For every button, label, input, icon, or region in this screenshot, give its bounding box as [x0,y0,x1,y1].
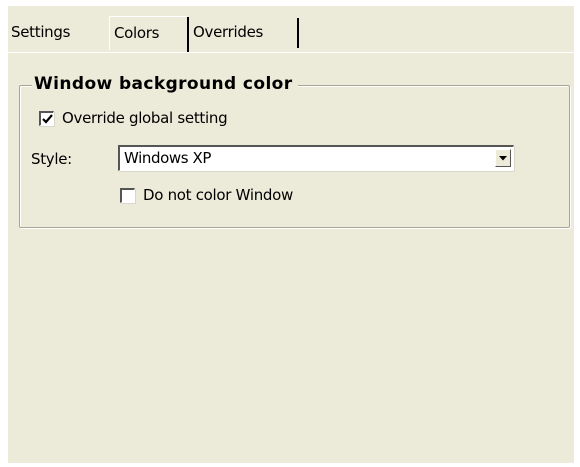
dropdown-button[interactable] [495,149,511,167]
do-not-color-window-checkbox[interactable]: Do not color Window [120,186,293,204]
no-color-checkbox-box[interactable] [120,187,135,203]
check-icon [42,113,53,124]
dialog-window: Settings Colors Overrides Window backgro… [8,6,574,463]
style-dropdown-value: Windows XP [124,149,212,167]
tab-colors[interactable]: Colors [109,16,189,52]
no-color-checkbox-label: Do not color Window [143,186,293,204]
override-checkbox-label: Override global setting [62,109,228,127]
style-dropdown[interactable]: Windows XP [118,145,514,171]
override-checkbox-box[interactable] [39,110,54,126]
tab-overrides[interactable]: Overrides [190,16,299,50]
style-label: Style: [31,150,72,168]
tab-colors-label: Colors [114,23,160,42]
tab-settings-label: Settings [11,23,71,41]
override-global-setting-checkbox[interactable]: Override global setting [39,109,228,127]
group-title: Window background color [32,71,298,97]
tab-settings[interactable]: Settings [8,16,104,50]
tab-overrides-label: Overrides [193,23,264,41]
dropdown-arrow-icon [499,155,507,160]
